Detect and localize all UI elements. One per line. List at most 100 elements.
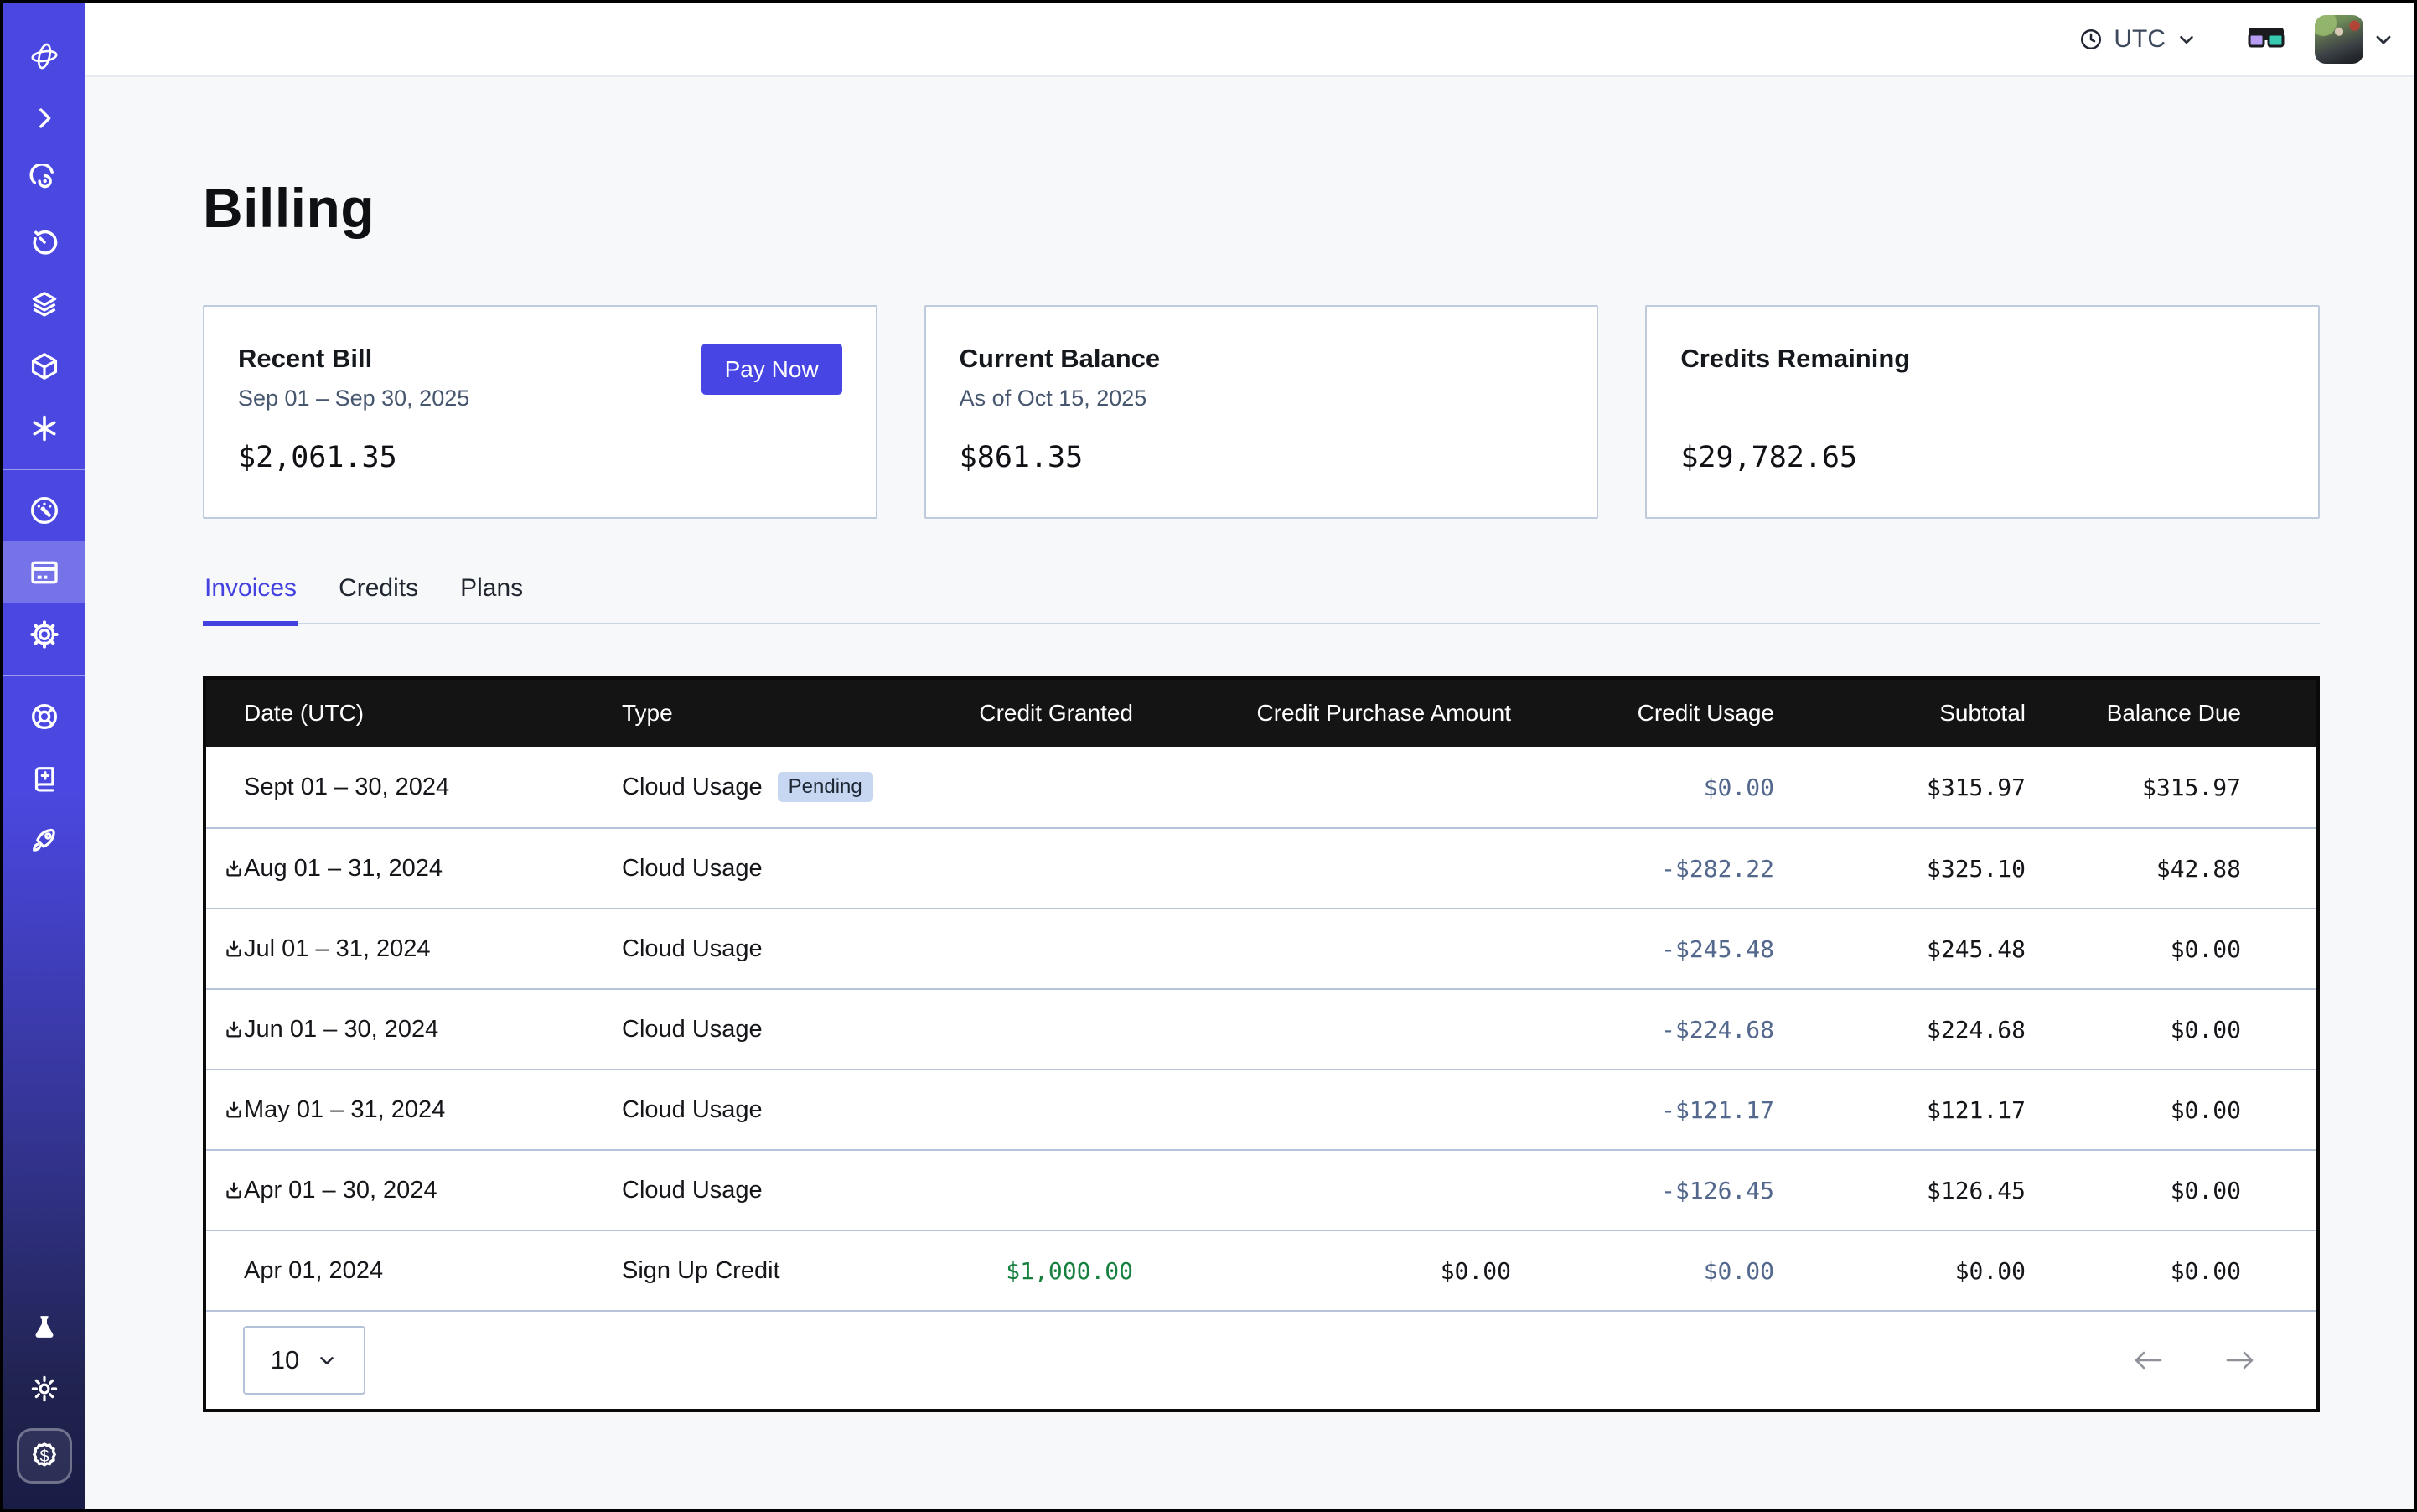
invoice-date: Apr 01, 2024 — [244, 1257, 383, 1285]
next-page-arrow-icon[interactable] — [2224, 1348, 2256, 1373]
clock-icon — [2078, 27, 2104, 52]
card-title: Current Balance — [960, 344, 1564, 374]
sidebar-divider — [3, 469, 85, 470]
credit-usage: -$282.22 — [1511, 855, 1774, 883]
download-invoice-icon[interactable] — [224, 1097, 244, 1122]
sun-icon[interactable] — [3, 1358, 85, 1420]
column-header: Subtotal — [1774, 700, 2026, 727]
table-header-row: Date (UTC)TypeCredit GrantedCredit Purch… — [206, 680, 2316, 747]
card-amount: $861.35 — [960, 441, 1564, 474]
table-row: Jul 01 – 31, 2024 Cloud Usage -$245.48$245… — [206, 908, 2316, 988]
balance-due: $0.00 — [2026, 1016, 2316, 1043]
page-size-value: 10 — [271, 1345, 299, 1375]
subtotal: $315.97 — [1774, 774, 2026, 801]
invoice-date: May 01 – 31, 2024 — [244, 1096, 445, 1124]
rocket-icon[interactable] — [3, 810, 85, 872]
invoice-type: Cloud Usage — [622, 1096, 763, 1124]
balance-due: $0.00 — [2026, 1096, 2316, 1124]
download-invoice-icon[interactable] — [224, 1017, 244, 1042]
download-invoice-icon[interactable] — [224, 936, 244, 961]
timer-icon[interactable] — [3, 211, 85, 273]
tab-plans[interactable]: Plans — [458, 574, 525, 623]
previous-page-arrow-icon[interactable] — [2132, 1348, 2164, 1373]
chevron-down-icon[interactable] — [2372, 28, 2395, 51]
invoice-date: Jun 01 – 30, 2024 — [244, 1016, 438, 1043]
book-sparkle-icon[interactable] — [3, 748, 85, 810]
gauge-icon[interactable] — [3, 479, 85, 541]
asterisk-icon[interactable] — [3, 397, 85, 459]
summary-cards: Recent Bill Sep 01 – Sep 30, 2025 Pay No… — [203, 305, 2320, 519]
timezone-selector[interactable]: UTC — [2078, 25, 2197, 54]
credit-usage: $0.00 — [1511, 774, 1774, 801]
download-slot-empty — [224, 774, 244, 800]
balance-due: $0.00 — [2026, 1257, 2316, 1285]
orbit-logo-icon[interactable] — [3, 25, 85, 87]
chevron-right-icon[interactable] — [3, 87, 85, 149]
invoice-type: Cloud Usage — [622, 855, 763, 883]
credit-purchase-amount: $0.00 — [1133, 1257, 1511, 1285]
recent-bill-card: Recent Bill Sep 01 – Sep 30, 2025 Pay No… — [203, 305, 877, 519]
column-header: Type — [622, 700, 873, 727]
invoice-date: Jul 01 – 31, 2024 — [244, 935, 431, 963]
tab-credits[interactable]: Credits — [337, 574, 420, 623]
pagination-arrows — [2132, 1348, 2256, 1373]
credits-badge-button[interactable]: $ — [17, 1428, 72, 1484]
flask-icon[interactable] — [3, 1296, 85, 1358]
column-header: Balance Due — [2026, 700, 2316, 727]
avatar[interactable] — [2315, 15, 2363, 64]
card-subtitle — [1680, 386, 2285, 412]
tab-invoices[interactable]: Invoices — [203, 574, 298, 623]
table-row: May 01 – 31, 2024Cloud Usage-$121.17$121… — [206, 1069, 2316, 1149]
layers-icon[interactable] — [3, 273, 85, 335]
invoice-type: Cloud Usage — [622, 1177, 763, 1204]
chevron-down-icon — [316, 1349, 338, 1371]
sidebar-divider — [3, 675, 85, 676]
svg-text:$: $ — [39, 1447, 49, 1466]
credit-granted: $1,000.00 — [873, 1257, 1133, 1285]
invoice-type: Cloud Usage — [622, 774, 763, 801]
table-footer: 10 — [206, 1310, 2316, 1409]
spiral-icon[interactable] — [3, 149, 85, 211]
invoice-date: Apr 01 – 30, 2024 — [244, 1177, 437, 1204]
subtotal: $245.48 — [1774, 935, 2026, 963]
subtotal: $0.00 — [1774, 1257, 2026, 1285]
table-body: Sept 01 – 30, 2024Cloud UsagePending$0.0… — [206, 747, 2316, 1310]
download-invoice-icon[interactable] — [224, 1178, 244, 1203]
credits-remaining-card: Credits Remaining $29,782.65 — [1645, 305, 2320, 519]
app-window: $ UTC — [0, 0, 2417, 1512]
card-subtitle: Sep 01 – Sep 30, 2025 — [238, 386, 469, 412]
subtotal: $325.10 — [1774, 855, 2026, 883]
timezone-label: UTC — [2114, 25, 2166, 54]
subtotal: $224.68 — [1774, 1016, 2026, 1043]
sidebar: $ — [3, 3, 85, 1509]
goggles-3d-icon[interactable] — [2246, 23, 2286, 55]
card-title: Credits Remaining — [1680, 344, 2285, 374]
topbar: UTC — [85, 3, 2414, 77]
billing-tabs: Invoices Credits Plans — [203, 574, 2320, 624]
page-size-select[interactable]: 10 — [243, 1326, 365, 1395]
pay-now-button[interactable]: Pay Now — [701, 344, 842, 395]
invoice-type: Cloud Usage — [622, 935, 763, 963]
column-header: Credit Purchase Amount — [1133, 700, 1511, 727]
balance-due: $42.88 — [2026, 855, 2316, 883]
main-area: UTC Billing — [85, 3, 2414, 1509]
invoice-type: Cloud Usage — [622, 1016, 763, 1043]
sidebar-item-billing[interactable] — [3, 541, 85, 603]
table-row: Apr 01, 2024Sign Up Credit$1,000.00$0.00… — [206, 1230, 2316, 1310]
status-badge: Pending — [778, 772, 873, 802]
table-row: Apr 01 – 30, 2024Cloud Usage-$126.45$126… — [206, 1149, 2316, 1230]
wheel-icon[interactable] — [3, 686, 85, 748]
column-header: Date (UTC) — [206, 700, 622, 727]
credit-usage: -$245.48 — [1511, 935, 1774, 963]
column-header: Credit Granted — [873, 700, 1133, 727]
download-invoice-icon[interactable] — [224, 856, 244, 881]
balance-due: $0.00 — [2026, 935, 2316, 963]
download-slot-empty — [224, 1258, 244, 1283]
credit-usage: $0.00 — [1511, 1257, 1774, 1285]
balance-due: $0.00 — [2026, 1177, 2316, 1204]
billing-card-icon — [28, 556, 61, 589]
cube-icon[interactable] — [3, 335, 85, 397]
gear-icon[interactable] — [3, 603, 85, 665]
table-row: Jun 01 – 30, 2024Cloud Usage-$224.68$224… — [206, 988, 2316, 1069]
card-amount: $29,782.65 — [1680, 441, 2285, 474]
